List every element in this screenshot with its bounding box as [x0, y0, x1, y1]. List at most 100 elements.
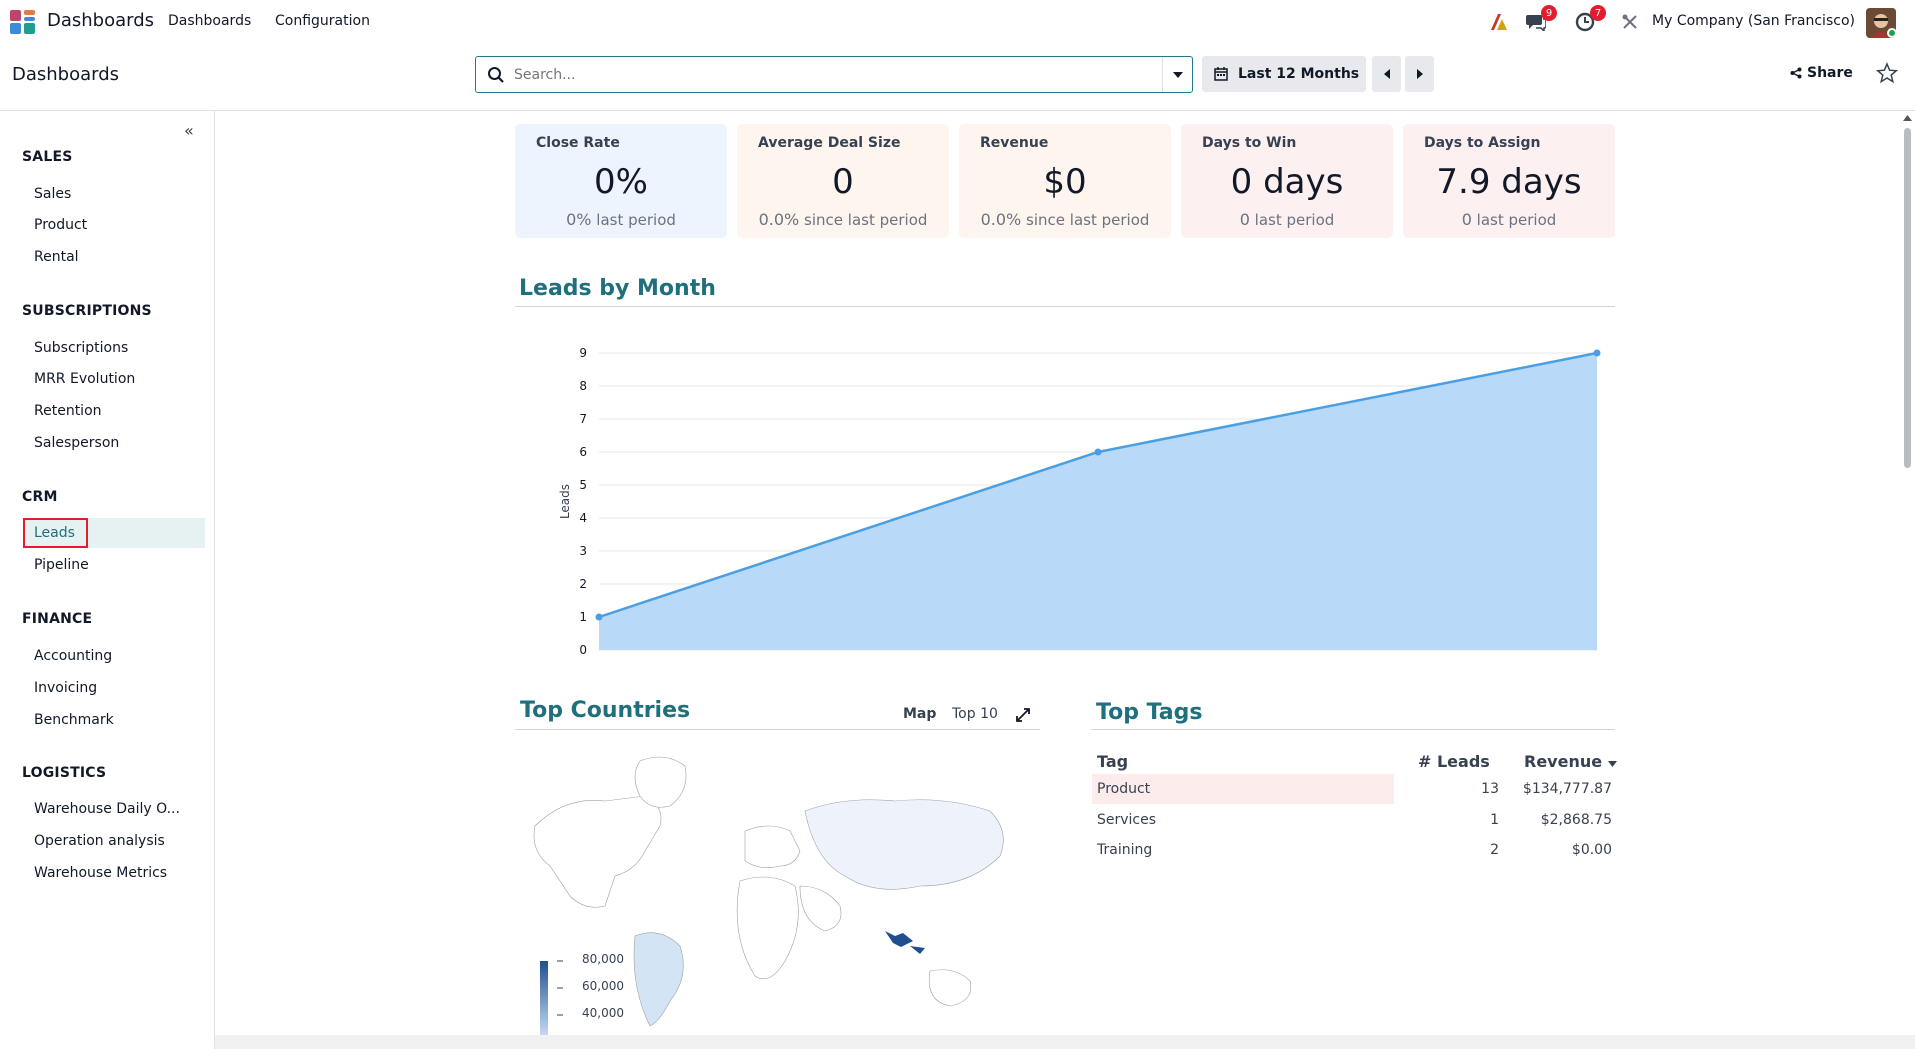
leads-cell: 1: [1490, 812, 1499, 828]
section-divider: [515, 306, 1615, 307]
menu-configuration[interactable]: Configuration: [275, 13, 370, 29]
kpi-title: Close Rate: [536, 135, 620, 151]
y-tick-label: 0: [579, 643, 587, 657]
y-tick-label: 1: [579, 610, 587, 624]
leads-by-month-title: Leads by Month: [519, 276, 716, 301]
sidebar-item-warehouse-daily[interactable]: Warehouse Daily O...: [34, 801, 180, 817]
kpi-title: Revenue: [980, 135, 1049, 151]
search-bar[interactable]: [475, 56, 1193, 93]
tools-icon[interactable]: [1619, 11, 1641, 33]
section-sales: SALES: [22, 149, 73, 165]
x-tick-label: May 2026: [569, 665, 628, 666]
sidebar-item-benchmark[interactable]: Benchmark: [34, 712, 114, 728]
sidebar-item-subscriptions[interactable]: Subscriptions: [34, 340, 128, 356]
sidebar-item-leads[interactable]: Leads: [34, 525, 75, 541]
caret-right-icon: [1416, 69, 1423, 79]
sidebar-item-product[interactable]: Product: [34, 217, 87, 233]
kpi-subtitle: 0.0% since last period: [758, 210, 928, 229]
dashboards-app-icon[interactable]: [10, 10, 36, 34]
sidebar-item-salesperson[interactable]: Salesperson: [34, 435, 119, 451]
legend-tick: 40,000: [582, 1006, 624, 1020]
kpi-subtitle: 0 last period: [1461, 210, 1557, 229]
map-view-tab[interactable]: Map: [903, 706, 936, 722]
period-selector[interactable]: Last 12 Months: [1202, 56, 1366, 92]
sidebar-item-warehouse-metrics[interactable]: Warehouse Metrics: [34, 865, 167, 881]
leads-by-month-chart[interactable]: 0 1 2 3 4 5 6 7 8 9 Leads May 2026 June 2026 July 202…: [515, 321, 1615, 666]
app-name[interactable]: Dashboards: [47, 10, 154, 31]
top-10-tab[interactable]: Top 10: [952, 706, 998, 722]
kpi-subtitle: 0% last period: [566, 210, 676, 229]
search-input[interactable]: [514, 64, 1134, 86]
share-button[interactable]: Share: [1790, 65, 1853, 81]
activity-clock-icon[interactable]: 7: [1574, 5, 1606, 33]
tag-cell[interactable]: Product: [1097, 781, 1150, 797]
legend-tick: 60,000: [582, 979, 624, 993]
calendar-icon: [1214, 67, 1228, 81]
kpi-subtitle: 0 last period: [1239, 210, 1335, 229]
online-status-dot: [1887, 28, 1897, 38]
dashboard-main: Close Rate 0% 0% last period Average Dea…: [215, 111, 1900, 1035]
kpi-value: 0: [832, 162, 854, 202]
collapse-sidebar-icon[interactable]: «: [184, 121, 194, 140]
company-switcher[interactable]: My Company (San Francisco): [1652, 13, 1855, 29]
column-header-leads[interactable]: # Leads: [1418, 752, 1490, 771]
section-subscriptions: SUBSCRIPTIONS: [22, 303, 152, 319]
area-fill: [599, 353, 1597, 650]
top-tags-title: Top Tags: [1096, 700, 1203, 725]
y-tick-label: 9: [579, 346, 587, 360]
kpi-days-to-win[interactable]: Days to Win 0 days 0 last period: [1181, 124, 1393, 238]
y-tick-label: 2: [579, 577, 587, 591]
x-tick-label: July 2026: [1568, 665, 1615, 666]
period-label: Last 12 Months: [1238, 66, 1360, 82]
search-icon: [488, 67, 504, 83]
sidebar-item-operation-analysis[interactable]: Operation analysis: [34, 833, 165, 849]
activity-badge: 7: [1590, 5, 1606, 21]
y-tick-label: 3: [579, 544, 587, 558]
kpi-close-rate[interactable]: Close Rate 0% 0% last period: [515, 124, 727, 238]
expand-icon[interactable]: [1016, 708, 1030, 722]
sidebar-item-invoicing[interactable]: Invoicing: [34, 680, 97, 696]
sidebar-item-pipeline[interactable]: Pipeline: [34, 557, 89, 573]
y-tick-label: 5: [579, 478, 587, 492]
section-divider: [515, 729, 1040, 730]
kpi-title: Days to Assign: [1424, 135, 1541, 151]
y-tick-label: 6: [579, 445, 587, 459]
ai-icon[interactable]: [1488, 11, 1510, 33]
vertical-scrollbar[interactable]: [1900, 111, 1915, 1035]
kpi-days-to-assign[interactable]: Days to Assign 7.9 days 0 last period: [1403, 124, 1615, 238]
map-legend: [540, 960, 563, 1035]
scroll-thumb[interactable]: [1904, 128, 1911, 468]
sidebar-item-sales[interactable]: Sales: [34, 186, 71, 202]
horizontal-scrollbar[interactable]: [215, 1035, 1915, 1049]
sidebar-item-retention[interactable]: Retention: [34, 403, 102, 419]
kpi-revenue[interactable]: Revenue $0 0.0% since last period: [959, 124, 1171, 238]
leads-cell: 13: [1481, 781, 1499, 797]
sidebar-item-mrr-evolution[interactable]: MRR Evolution: [34, 371, 135, 387]
kpi-title: Average Deal Size: [758, 135, 901, 151]
section-divider: [1091, 729, 1615, 730]
top-countries-title: Top Countries: [520, 698, 691, 723]
column-header-tag[interactable]: Tag: [1097, 752, 1128, 771]
search-options-toggle[interactable]: [1162, 57, 1192, 92]
x-tick-label: June 2026: [1067, 665, 1129, 666]
kpi-value: 0%: [594, 162, 648, 202]
kpi-average-deal-size[interactable]: Average Deal Size 0 0.0% since last peri…: [737, 124, 949, 238]
sidebar-item-rental[interactable]: Rental: [34, 249, 79, 265]
revenue-cell: $134,777.87: [1522, 781, 1612, 797]
y-tick-label: 8: [579, 379, 587, 393]
previous-period-button[interactable]: [1372, 56, 1401, 92]
chat-icon[interactable]: 9: [1525, 5, 1557, 33]
menu-dashboards[interactable]: Dashboards: [168, 13, 251, 29]
sidebar-item-accounting[interactable]: Accounting: [34, 648, 112, 664]
y-tick-label: 4: [579, 511, 587, 525]
leads-cell: 2: [1490, 842, 1499, 858]
scroll-up-icon[interactable]: [1903, 115, 1912, 121]
tag-cell[interactable]: Training: [1097, 842, 1152, 858]
tag-cell[interactable]: Services: [1097, 812, 1156, 828]
revenue-cell: $0.00: [1571, 842, 1612, 858]
star-icon[interactable]: [1876, 62, 1898, 84]
kpi-title: Days to Win: [1202, 135, 1297, 151]
next-period-button[interactable]: [1405, 56, 1434, 92]
data-point: [1593, 349, 1601, 357]
column-header-revenue[interactable]: Revenue: [1524, 752, 1617, 771]
